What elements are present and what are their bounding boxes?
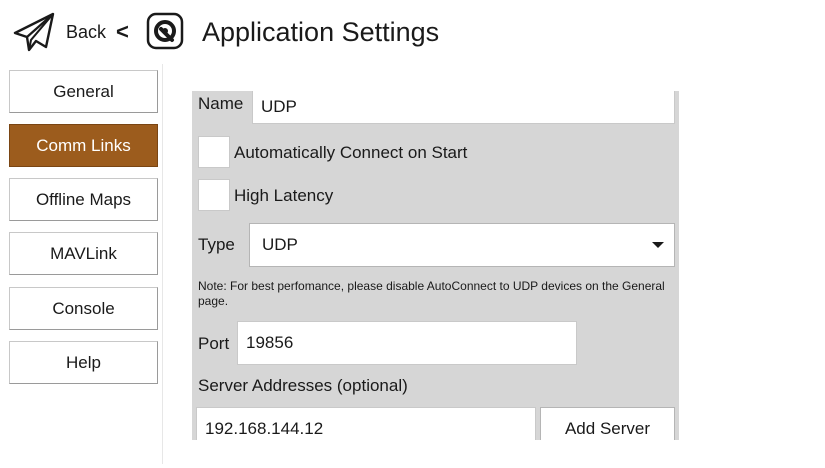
udp-note: Note: For best perfomance, please disabl…: [198, 279, 665, 308]
sidebar-item-help[interactable]: Help: [9, 341, 158, 384]
comm-link-edit-panel: Name UDP Automatically Connect on Start …: [192, 91, 679, 440]
paper-plane-icon: [13, 12, 55, 52]
back-chevron-icon: <: [116, 19, 129, 44]
sidebar-divider: [162, 64, 163, 464]
high-latency-checkbox[interactable]: [198, 179, 230, 211]
sidebar-item-mavlink[interactable]: MAVLink: [9, 232, 158, 275]
port-label: Port: [198, 334, 230, 353]
sidebar-item-offline-maps[interactable]: Offline Maps: [9, 178, 158, 221]
sidebar-item-comm-links[interactable]: Comm Links: [9, 124, 158, 167]
sidebar-item-general[interactable]: General: [9, 70, 158, 113]
header-bar: Back < Application Settings: [0, 0, 825, 64]
name-label: Name: [198, 94, 244, 113]
back-label: Back: [66, 21, 107, 42]
app-logo-icon: [146, 12, 184, 50]
type-label: Type: [198, 235, 235, 254]
port-field[interactable]: 19856: [237, 321, 577, 365]
page-title: Application Settings: [202, 17, 440, 47]
add-server-button[interactable]: Add Server: [540, 407, 675, 440]
high-latency-label: High Latency: [234, 186, 334, 205]
sidebar-item-console[interactable]: Console: [9, 287, 158, 330]
dropdown-caret-icon: [652, 242, 664, 248]
type-dropdown[interactable]: UDP: [249, 223, 675, 267]
auto-connect-label: Automatically Connect on Start: [234, 143, 468, 162]
name-field[interactable]: UDP: [252, 91, 675, 124]
back-button[interactable]: Back <: [12, 10, 129, 54]
server-address-field[interactable]: 192.168.144.12: [196, 407, 536, 440]
auto-connect-checkbox[interactable]: [198, 136, 230, 168]
type-dropdown-value: UDP: [262, 235, 298, 254]
server-addresses-label: Server Addresses (optional): [198, 376, 408, 395]
